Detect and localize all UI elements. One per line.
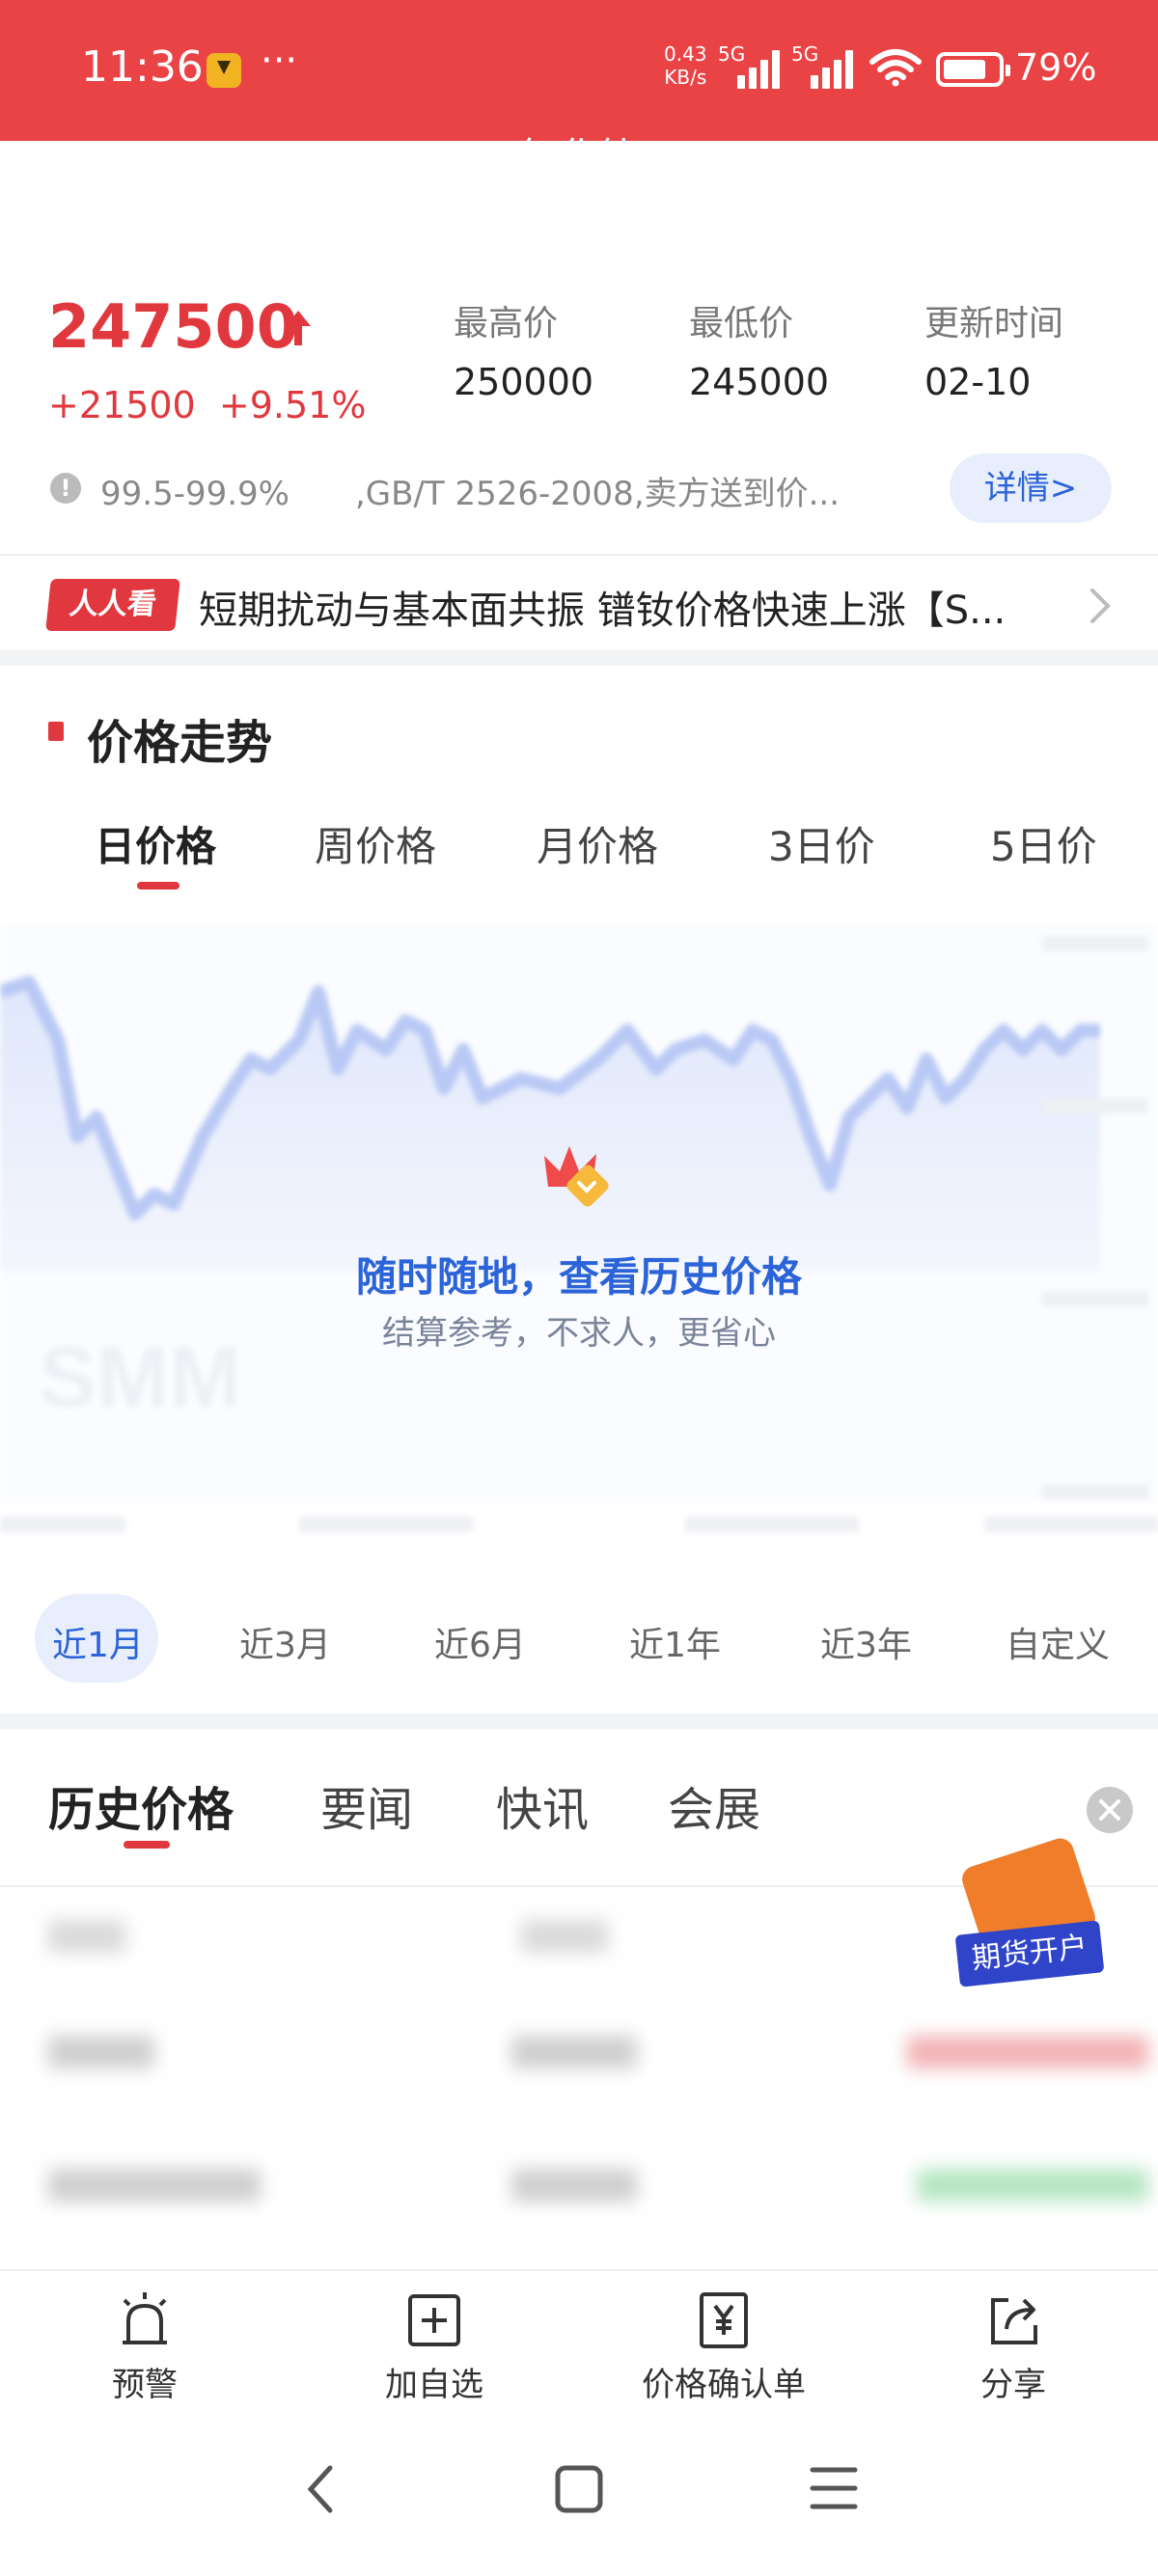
close-icon[interactable]	[1087, 1787, 1133, 1833]
price-confirmation-button[interactable]: 价格确认单	[589, 2290, 859, 2405]
table-row	[0, 2140, 1158, 2236]
tulip-badge-icon	[544, 1146, 609, 1207]
section-title: 价格走势	[87, 716, 273, 770]
price-up-arrow-icon	[286, 311, 311, 345]
range-1-year[interactable]: 近1年	[629, 1617, 721, 1667]
signal-strength-icon: 5G	[718, 42, 780, 89]
table-row	[0, 2007, 1158, 2103]
status-bar: 11:36 ··· 0.43 KB/s 5G 5G 79%	[0, 0, 1158, 141]
system-navigation-bar	[0, 2414, 1158, 2576]
active-tab-indicator	[124, 1841, 170, 1849]
tab-3day-price[interactable]: 3日价	[768, 814, 875, 873]
tab-monthly-price[interactable]: 月价格	[537, 814, 658, 873]
battery-icon	[936, 52, 1010, 87]
signal-strength-icon: 5G	[791, 42, 853, 89]
tab-5day-price[interactable]: 5日价	[990, 814, 1097, 873]
section-marker	[48, 722, 64, 741]
low-price-value: 245000	[689, 361, 830, 403]
range-1-month[interactable]: 近1月	[52, 1617, 144, 1667]
status-time: 11:36	[81, 42, 204, 92]
high-price-label: 最高价	[454, 304, 559, 343]
tab-flash-news[interactable]: 快讯	[496, 1771, 589, 1839]
section-divider	[0, 1713, 1158, 1729]
tab-weekly-price[interactable]: 周价格	[315, 814, 436, 873]
info-icon: !	[50, 473, 81, 504]
futures-account-badge[interactable]: 期货开户	[951, 1834, 1110, 1987]
history-promo-subtitle: 结算参考，不求人，更省心	[382, 1314, 776, 1353]
range-3-years[interactable]: 近3年	[820, 1617, 912, 1667]
wifi-icon	[869, 49, 922, 87]
next-item-icon[interactable]	[861, 160, 878, 187]
download-notification-icon	[207, 53, 241, 88]
price-trend-chart: SMM	[0, 924, 1158, 1559]
current-price: 247500	[48, 291, 298, 362]
range-custom[interactable]: 自定义	[1006, 1617, 1110, 1667]
back-arrow-icon[interactable]	[33, 143, 91, 210]
network-speed: 0.43 KB/s	[664, 42, 707, 89]
bottom-action-bar: 预警 加自选 价格确认单 分享	[0, 2269, 1158, 2414]
low-price-label: 最低价	[689, 304, 794, 343]
section-divider	[0, 650, 1158, 666]
search-icon[interactable]	[1062, 139, 1129, 206]
range-6-months[interactable]: 近6月	[434, 1617, 526, 1667]
system-home-icon[interactable]	[554, 2464, 604, 2514]
tab-news[interactable]: 要闻	[320, 1771, 413, 1839]
news-tag: 人人看	[45, 579, 180, 631]
add-square-icon	[408, 2294, 460, 2346]
news-headline[interactable]: 短期扰动与基本面共振 镨钕价格快速上涨【S...	[199, 579, 1006, 635]
active-tab-indicator	[137, 882, 179, 890]
alert-button[interactable]: 预警	[10, 2290, 280, 2405]
more-notifications-icon: ···	[261, 39, 298, 83]
chevron-right-icon[interactable]	[1089, 587, 1112, 625]
update-time-label: 更新时间	[924, 304, 1064, 343]
history-promo-title[interactable]: 随时随地，查看历史价格	[193, 1245, 965, 1303]
range-3-months[interactable]: 近3月	[239, 1617, 331, 1667]
price-unit: 元/吨	[544, 193, 614, 227]
product-spec: 99.5-99.9% ,GB/T 2526-2008,卖方送到价...	[100, 475, 841, 513]
system-back-icon[interactable]	[301, 2460, 340, 2518]
share-icon	[991, 2298, 1037, 2344]
blurred-chart-graphic: SMM	[0, 924, 1158, 1532]
system-menu-icon[interactable]	[809, 2464, 859, 2512]
high-price-value: 250000	[454, 361, 594, 403]
tab-history-price[interactable]: 历史价格	[48, 1771, 234, 1839]
tab-daily-price[interactable]: 日价格	[95, 814, 216, 873]
alarm-light-icon	[123, 2292, 167, 2344]
price-change: +21500 +9.51%	[48, 384, 367, 426]
price-quote-panel: 247500 +21500 +9.51% 最高价 250000 最低价 2450…	[0, 253, 1158, 556]
share-button[interactable]: 分享	[878, 2290, 1148, 2405]
tab-exhibitions[interactable]: 会展	[668, 1771, 760, 1839]
previous-item-icon[interactable]	[276, 160, 293, 187]
news-ticker[interactable]: 人人看 短期扰动与基本面共振 镨钕价格快速上涨【S...	[0, 558, 1158, 650]
detail-button[interactable]: 详情>	[950, 453, 1112, 523]
yuan-receipt-icon	[700, 2292, 748, 2348]
battery-percent: 79%	[1015, 46, 1097, 89]
update-time-value: 02-10	[924, 361, 1032, 403]
add-to-watchlist-button[interactable]: 加自选	[299, 2290, 569, 2405]
page-title: 氧化钆	[517, 134, 640, 181]
